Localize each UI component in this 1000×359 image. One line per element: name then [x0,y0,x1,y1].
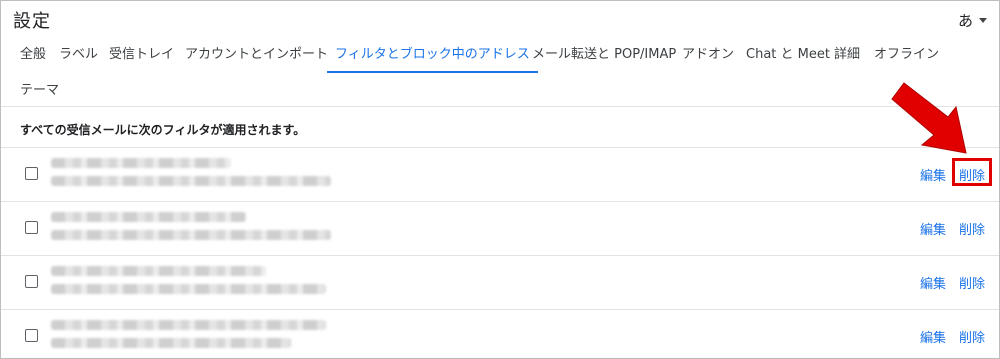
delete-filter-link[interactable]: 削除 [959,327,985,346]
settings-tabs: 全般 ラベル 受信トレイ アカウントとインポート フィルタとブロック中のアドレス… [1,35,999,107]
tab-chat-meet[interactable]: Chat と Meet [746,35,830,71]
redacted-filter-criteria [51,266,266,276]
edit-filter-link[interactable]: 編集 [920,219,946,238]
delete-filter-link[interactable]: 削除 [959,273,985,292]
tab-accounts-import[interactable]: アカウントとインポート [185,35,328,71]
edit-filter-link[interactable]: 編集 [920,165,946,184]
tab-filters-blocked[interactable]: フィルタとブロック中のアドレス [327,35,538,73]
redacted-filter-criteria [51,158,231,168]
redacted-filter-action [51,284,326,294]
tab-general[interactable]: 全般 [20,35,46,71]
row-checkbox[interactable] [25,221,38,234]
redacted-filter-action [51,338,291,348]
pointer-arrow-icon [891,82,967,154]
row-checkbox[interactable] [25,329,38,342]
tab-offline[interactable]: オフライン [874,35,939,71]
redacted-filter-action [51,176,331,186]
tab-inbox[interactable]: 受信トレイ [109,35,174,71]
filter-row: 編集 削除 [1,147,999,201]
filter-row: 編集 削除 [1,201,999,255]
redacted-filter-action [51,230,331,240]
settings-page: 設定 あ 全般 ラベル 受信トレイ アカウントとインポート フィルタとブロック中… [0,0,1000,359]
filter-row: 編集 削除 [1,309,999,358]
redacted-filter-criteria [51,212,246,222]
redacted-filter-criteria [51,320,326,330]
filter-row: 編集 削除 [1,255,999,309]
row-checkbox[interactable] [25,167,38,180]
row-checkbox[interactable] [25,275,38,288]
filters-heading: すべての受信メールに次のフィルタが適用されます。 [20,123,306,137]
tab-advanced[interactable]: 詳細 [834,35,860,71]
edit-filter-link[interactable]: 編集 [920,327,946,346]
edit-filter-link[interactable]: 編集 [920,273,946,292]
input-language-selector[interactable]: あ [958,10,987,31]
tab-addons[interactable]: アドオン [682,35,734,71]
page-title: 設定 [13,11,51,32]
delete-highlight-box [952,158,992,186]
delete-filter-link[interactable]: 削除 [959,219,985,238]
caret-down-icon [979,18,987,23]
language-label: あ [957,12,973,30]
tab-labels[interactable]: ラベル [59,35,98,71]
tab-forwarding-pop-imap[interactable]: メール転送と POP/IMAP [532,35,676,71]
tab-themes[interactable]: テーマ [20,71,59,107]
